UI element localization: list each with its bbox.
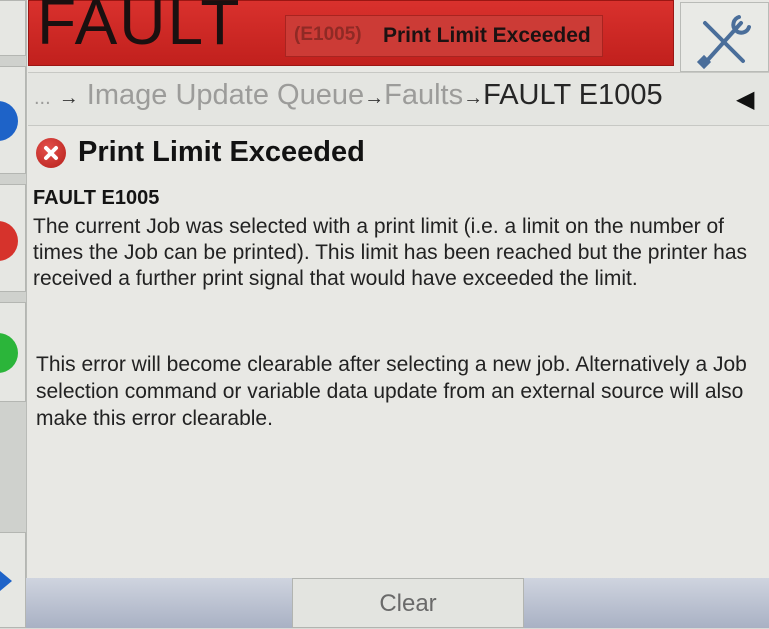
service-tools-button[interactable] [680, 2, 769, 72]
breadcrumb-current: FAULT E1005 [483, 79, 663, 111]
breadcrumb-separator: → [58, 87, 79, 109]
breadcrumb-trail: ... → Image Update Queue→Faults→FAULT E1… [34, 79, 663, 112]
rail-button-red[interactable] [0, 184, 26, 292]
fault-title: FAULT [37, 0, 242, 58]
printer-screen: FAULT (E1005) Print Limit Exceeded ... →… [0, 0, 769, 628]
blue-status-icon [0, 101, 18, 141]
breadcrumb-ellipsis[interactable]: ... [34, 87, 51, 109]
error-icon [36, 138, 66, 168]
rail-button-blue[interactable] [0, 66, 26, 174]
back-arrow-icon[interactable]: ◀ [736, 85, 754, 114]
fault-status-bar: FAULT (E1005) Print Limit Exceeded [28, 0, 674, 66]
tools-icon [696, 15, 751, 70]
left-rail [0, 0, 27, 628]
breadcrumb-separator: → [364, 87, 385, 109]
rail-button-top[interactable] [0, 0, 26, 56]
breadcrumb-item-faults[interactable]: Faults [384, 79, 463, 111]
clear-button[interactable]: Clear [292, 578, 524, 628]
rail-button-green[interactable] [0, 302, 26, 402]
green-status-icon [0, 333, 18, 373]
fault-description: The current Job was selected with a prin… [33, 215, 748, 290]
red-status-icon [0, 221, 18, 261]
play-arrow-icon [0, 571, 12, 591]
fault-message: Print Limit Exceeded [383, 24, 591, 47]
fault-heading: Print Limit Exceeded [78, 136, 365, 168]
breadcrumb: ... → Image Update Queue→Faults→FAULT E1… [28, 72, 769, 126]
fault-resolution: This error will become clearable after s… [36, 353, 747, 430]
rail-button-nav[interactable] [0, 532, 26, 628]
fault-code: (E1005) [294, 24, 362, 45]
fault-detail-panel: Print Limit Exceeded FAULT E1005 The cur… [28, 128, 759, 576]
fault-code-label: FAULT E1005 [33, 187, 160, 209]
breadcrumb-item-image-update-queue[interactable]: Image Update Queue [87, 79, 364, 111]
breadcrumb-separator: → [463, 87, 484, 109]
fault-summary-chip[interactable]: (E1005) Print Limit Exceeded [285, 15, 603, 57]
